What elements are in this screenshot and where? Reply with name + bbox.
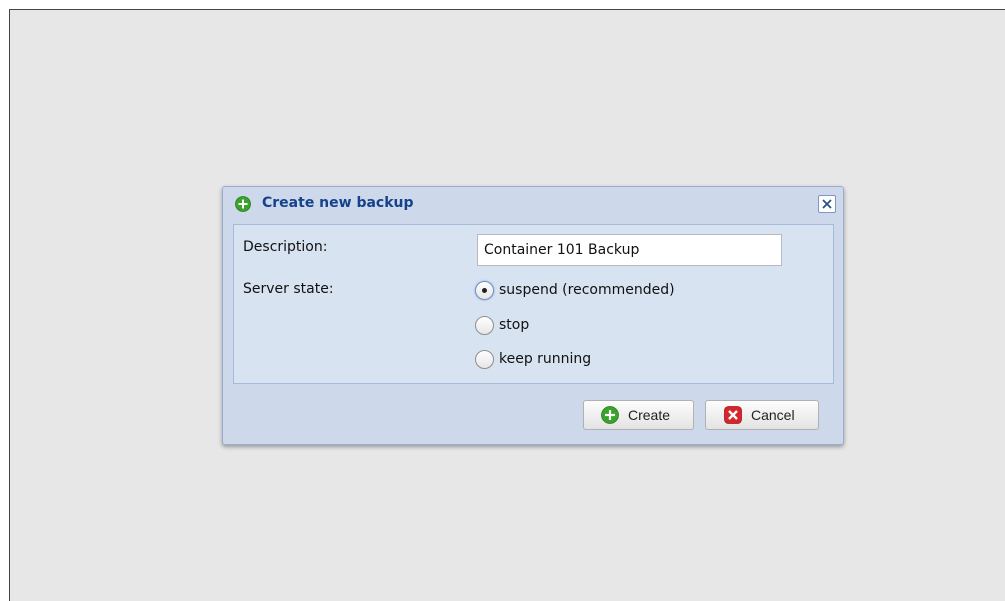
close-icon bbox=[822, 199, 832, 209]
cancel-button[interactable]: Cancel bbox=[705, 400, 819, 430]
create-button-label: Create bbox=[628, 407, 671, 423]
radio-button[interactable] bbox=[475, 350, 494, 369]
add-circle-icon bbox=[235, 196, 251, 212]
cancel-button-label: Cancel bbox=[751, 407, 795, 423]
add-circle-icon bbox=[601, 406, 619, 424]
radio-button-checked[interactable] bbox=[475, 281, 494, 300]
server-state-label: Server state: bbox=[243, 281, 334, 297]
description-input[interactable] bbox=[477, 234, 782, 266]
create-button[interactable]: Create bbox=[583, 400, 694, 430]
radio-keep-running-label[interactable]: keep running bbox=[499, 351, 591, 367]
backup-form: Description: Server state: suspend (reco… bbox=[233, 224, 834, 384]
radio-stop-label[interactable]: stop bbox=[499, 317, 529, 333]
description-label: Description: bbox=[243, 239, 328, 255]
create-backup-dialog: Create new backup Description: Server st… bbox=[222, 186, 844, 445]
radio-button[interactable] bbox=[475, 316, 494, 335]
dialog-title: Create new backup bbox=[262, 195, 414, 211]
cancel-icon bbox=[724, 406, 742, 424]
radio-dot bbox=[482, 288, 487, 293]
close-button[interactable] bbox=[818, 195, 836, 213]
radio-suspend-label[interactable]: suspend (recommended) bbox=[499, 282, 675, 298]
dialog-titlebar[interactable]: Create new backup bbox=[223, 187, 843, 221]
